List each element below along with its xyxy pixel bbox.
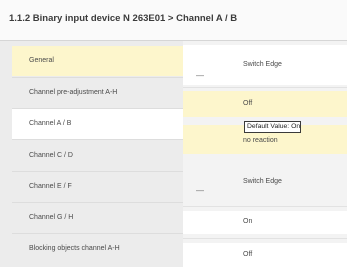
breadcrumb-title: 1.1.2 Binary input device N 263E01 > Cha… (9, 13, 238, 24)
parameter-row[interactable]: Off (183, 91, 347, 117)
sidebar-item-channel-a-b[interactable]: Channel A / B (12, 109, 183, 139)
sidebar-item-label: Channel G / H (29, 214, 74, 221)
parameter-row[interactable]: On (183, 211, 347, 234)
window-header: 1.1.2 Binary input device N 263E01 > Cha… (0, 0, 347, 41)
divider (12, 139, 183, 140)
sidebar-item-channel-pre-adjustment[interactable]: Channel pre-adjustment A-H (12, 78, 183, 108)
sidebar-item-blocking-objects[interactable]: Blocking objects channel A-H (12, 234, 183, 264)
parameter-dash: — (196, 71, 204, 80)
parameter-value: Switch Edge (243, 178, 282, 185)
divider (183, 238, 347, 239)
parameter-panel: Switch Edge — Off no reaction Switch Edg… (183, 41, 347, 267)
sidebar-item-label: Channel E / F (29, 183, 72, 190)
sidebar-item-channel-c-d[interactable]: Channel C / D (12, 141, 183, 171)
sidebar-item-label: Channel A / B (29, 120, 72, 127)
parameter-value: Switch Edge (243, 61, 282, 68)
parameter-value: Off (243, 251, 253, 258)
parameter-dash: — (196, 186, 204, 195)
sidebar-item-general[interactable]: General (12, 46, 183, 76)
parameter-row[interactable]: Switch Edge — (183, 169, 347, 203)
parameter-value: On (243, 218, 253, 225)
divider (183, 206, 347, 207)
sidebar-item-label: Channel C / D (29, 152, 73, 159)
sidebar: General Channel pre-adjustment A-H Chann… (0, 41, 183, 267)
divider (183, 87, 347, 88)
sidebar-item-label: General (29, 57, 54, 64)
default-value-tooltip: Default Value: On (244, 121, 301, 133)
sidebar-item-label: Blocking objects channel A-H (29, 245, 120, 252)
sidebar-item-label: Channel pre-adjustment A-H (29, 89, 118, 96)
parameter-row[interactable]: Switch Edge — (183, 45, 347, 85)
sidebar-item-channel-e-f[interactable]: Channel E / F (12, 172, 183, 202)
parameter-value: Off (243, 100, 253, 107)
parameter-value: no reaction (243, 137, 278, 144)
parameter-row[interactable]: Off (183, 243, 347, 267)
sidebar-item-channel-g-h[interactable]: Channel G / H (12, 203, 183, 233)
